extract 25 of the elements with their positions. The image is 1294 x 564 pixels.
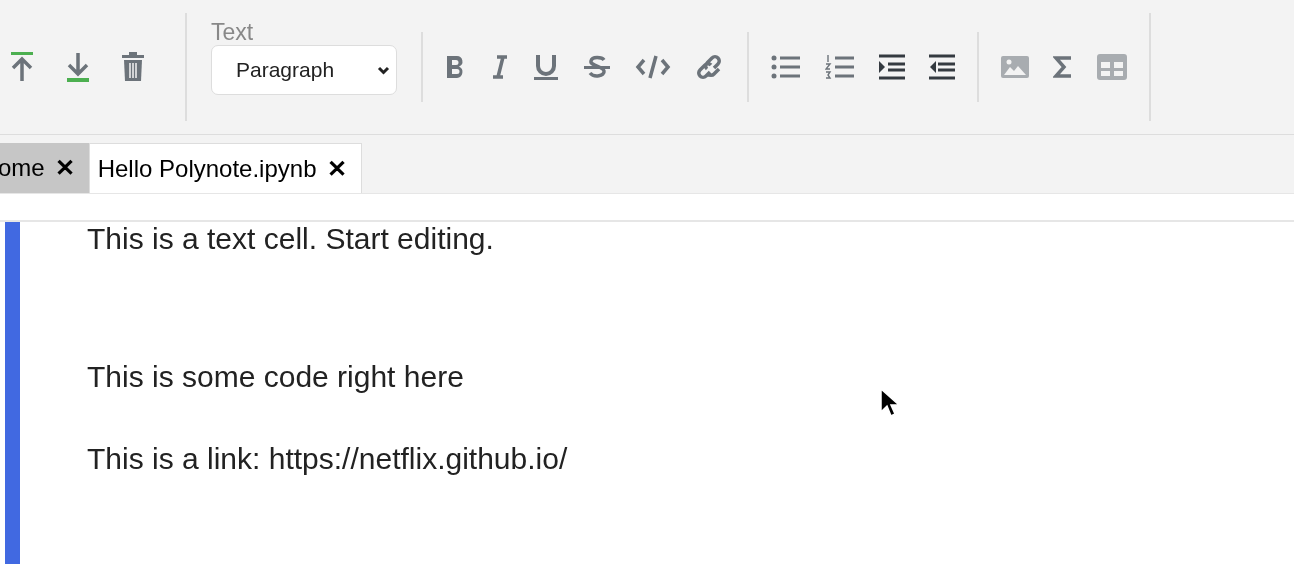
outdent-icon	[929, 54, 955, 80]
indent-icon	[879, 54, 905, 80]
group-label: Text	[211, 19, 255, 45]
chevron-down-icon	[377, 65, 390, 75]
bullet-list-icon	[771, 55, 801, 79]
italic-icon	[491, 54, 509, 80]
code-icon	[635, 54, 671, 80]
tab[interactable]: Hello Polynote.ipynb ✕	[88, 143, 362, 193]
arrow-up-icon	[9, 51, 35, 83]
close-icon[interactable]: ✕	[326, 154, 347, 183]
tab-label: Hello Polynote.ipynb	[97, 154, 317, 183]
strikethrough-icon	[583, 54, 611, 80]
table-icon	[1097, 54, 1127, 80]
trash-icon	[121, 52, 145, 82]
text-paragraph: This is a link: https://netflix.github.io/	[87, 442, 568, 476]
numbered-list-icon	[825, 54, 855, 80]
underline-icon	[533, 53, 559, 81]
image-icon	[1001, 56, 1029, 78]
close-icon[interactable]: ✕	[54, 154, 75, 182]
paragraph-style-select[interactable]: Paragraph	[211, 45, 397, 95]
text-paragraph: This is some code right here	[87, 360, 465, 394]
sigma-icon	[1053, 56, 1073, 78]
text-paragraph: This is a text cell. Start editing.	[87, 222, 495, 256]
arrow-down-icon	[65, 51, 91, 83]
mouse-pointer-icon	[880, 388, 900, 418]
